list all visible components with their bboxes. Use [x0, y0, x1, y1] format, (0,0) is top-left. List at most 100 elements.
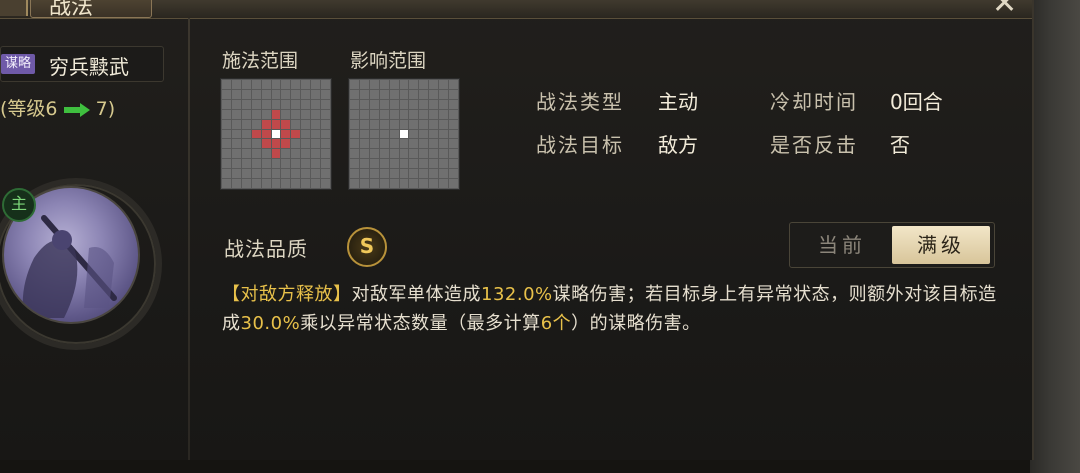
grid-cell [321, 109, 330, 119]
grid-cell [231, 109, 241, 119]
grid-cell [429, 129, 439, 139]
grid-cell [222, 139, 231, 149]
grid-cell [409, 89, 419, 99]
grid-cell [321, 129, 330, 139]
grid-cell [301, 80, 311, 89]
grid-cell [311, 159, 321, 169]
grid-cell [251, 119, 261, 129]
grid-cell [379, 149, 389, 159]
grid-cell [449, 129, 458, 139]
current-level-button[interactable]: 当前 [794, 226, 890, 264]
grid-cell [291, 169, 301, 179]
main-skill-badge: 主 [2, 188, 36, 222]
grid-cell [399, 80, 409, 89]
grid-cell [301, 169, 311, 179]
grid-cell [291, 179, 301, 188]
grid-cell [271, 169, 281, 179]
grid-cell [301, 159, 311, 169]
grid-cell [399, 179, 409, 188]
skill-panel: 战法 ✕ 谋略 穷兵黩武 (等级6 7) 主 施法范围 影响范围 战法类型 主动… [0, 0, 1034, 460]
grid-cell [379, 179, 389, 188]
grid-cell [311, 139, 321, 149]
grid-cell [241, 179, 251, 188]
grid-cell [311, 129, 321, 139]
grid-cell [449, 149, 458, 159]
grid-cell [369, 129, 379, 139]
grid-cell [389, 139, 399, 149]
grid-cell [449, 179, 458, 188]
grid-cell [311, 119, 321, 129]
grid-highlight-cell [261, 139, 271, 149]
grid-cell [379, 89, 389, 99]
grid-cell [389, 119, 399, 129]
grid-cell [321, 89, 330, 99]
description-value2: 30.0% [240, 313, 301, 334]
grid-cell [241, 129, 251, 139]
description-part4: ）的谋略伤害。 [571, 313, 701, 334]
grid-cell [389, 109, 399, 119]
grid-center-cell [271, 129, 281, 139]
grid-highlight-cell [261, 129, 271, 139]
grid-cell [429, 109, 439, 119]
grid-cell [389, 129, 399, 139]
grid-cell [321, 179, 330, 188]
grid-cell [359, 80, 369, 89]
grid-cell [439, 109, 449, 119]
grid-cell [419, 159, 429, 169]
grid-cell [409, 99, 419, 109]
skill-target-value: 敌方 [658, 133, 698, 157]
grid-cell [261, 99, 271, 109]
grid-cell [251, 99, 261, 109]
grid-cell [359, 149, 369, 159]
grid-cell [301, 119, 311, 129]
grid-cell [261, 179, 271, 188]
grid-cell [251, 109, 261, 119]
grid-cell [231, 99, 241, 109]
grid-cell [251, 139, 261, 149]
grid-cell [439, 179, 449, 188]
grid-cell [311, 109, 321, 119]
grid-cell [231, 139, 241, 149]
grid-cell [222, 179, 231, 188]
grid-highlight-cell [261, 119, 271, 129]
grid-cell [241, 139, 251, 149]
grid-cell [291, 89, 301, 99]
grid-cell [369, 169, 379, 179]
grid-cell [449, 139, 458, 149]
grid-cell [379, 129, 389, 139]
grid-cell [241, 149, 251, 159]
grid-cell [449, 99, 458, 109]
grid-cell [241, 109, 251, 119]
grid-cell [321, 159, 330, 169]
grid-cell [251, 89, 261, 99]
grid-cell [419, 119, 429, 129]
grid-cell [409, 109, 419, 119]
window-title: 战法 [49, 0, 94, 20]
title-plate: 战法 [30, 0, 152, 20]
grid-cell [369, 89, 379, 99]
grid-cell [261, 169, 271, 179]
grid-cell [222, 99, 231, 109]
title-bar: 战法 ✕ [0, 0, 1032, 21]
skill-target-label: 战法目标 [536, 133, 624, 157]
grid-cell [429, 179, 439, 188]
grid-cell [449, 119, 458, 129]
grid-cell [350, 139, 359, 149]
grid-cell [350, 99, 359, 109]
max-level-button[interactable]: 满级 [892, 226, 990, 264]
grid-cell [369, 149, 379, 159]
grid-cell [261, 159, 271, 169]
grid-highlight-cell [271, 139, 281, 149]
grid-cell [301, 109, 311, 119]
grid-center-cell [399, 129, 409, 139]
grid-cell [359, 159, 369, 169]
description-part1: 对敌军单体造成 [351, 284, 481, 305]
grid-cell [429, 89, 439, 99]
grid-cell [449, 109, 458, 119]
grid-cell [429, 119, 439, 129]
grid-cell [231, 89, 241, 99]
grid-cell [389, 179, 399, 188]
close-icon[interactable]: ✕ [992, 0, 1017, 21]
grid-cell [271, 159, 281, 169]
grid-cell [359, 179, 369, 188]
